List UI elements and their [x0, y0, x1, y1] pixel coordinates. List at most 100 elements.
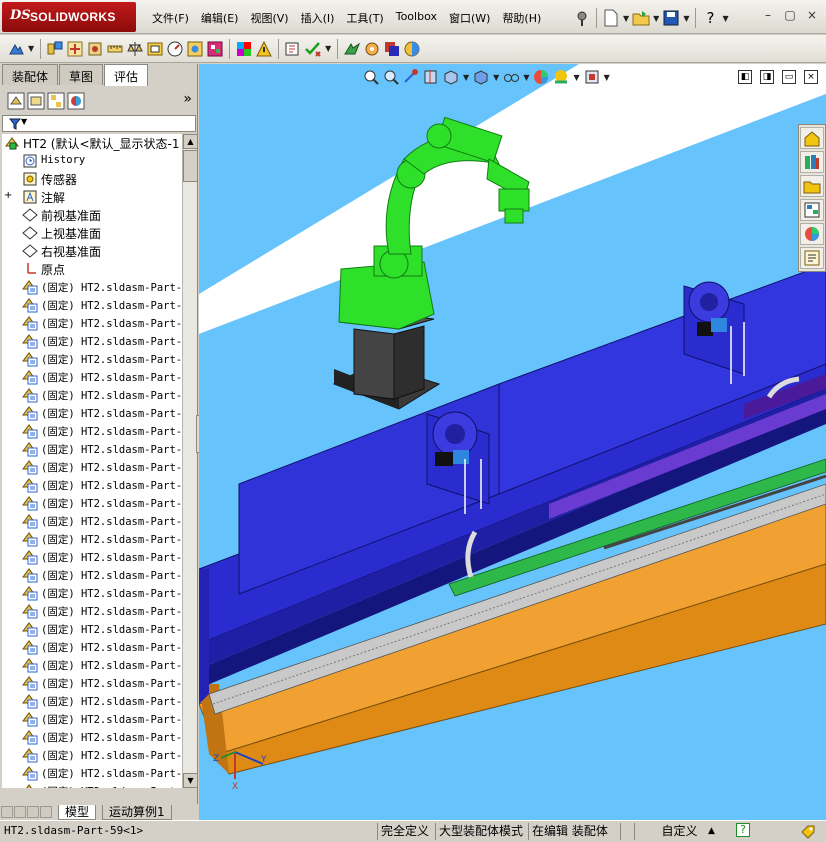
chevron-down-icon[interactable]: ▼	[325, 44, 331, 53]
design-library-icon[interactable]	[800, 151, 824, 173]
property-manager-icon[interactable]	[27, 92, 45, 110]
tree-item-part[interactable]: (固定) HT2.sldasm-Part-	[2, 710, 182, 728]
tree-item[interactable]: 原点	[2, 260, 182, 278]
tree-item-part[interactable]: (固定) HT2.sldasm-Part-	[2, 476, 182, 494]
zoom-to-area-icon[interactable]	[382, 68, 400, 86]
component-icon[interactable]	[86, 40, 104, 58]
tree-item-part[interactable]: (固定) HT2.sldasm-Part-	[2, 620, 182, 638]
chevron-down-icon[interactable]: ▼	[463, 73, 469, 82]
tree-item-part[interactable]: (固定) HT2.sldasm-Part-	[2, 674, 182, 692]
tree-item-part[interactable]: (固定) HT2.sldasm-Part-	[2, 764, 182, 782]
cube-icon[interactable]	[206, 40, 224, 58]
tree-item[interactable]: + 注解	[2, 188, 182, 206]
tree-item[interactable]: 上视基准面	[2, 224, 182, 242]
mass-icon[interactable]	[126, 40, 144, 58]
chevron-down-icon[interactable]: ▼	[493, 73, 499, 82]
tree-root-assembly[interactable]: HT2 (默认<默认_显示状态-1	[2, 134, 182, 152]
render-icon[interactable]	[403, 40, 421, 58]
close-button[interactable]: ×	[804, 8, 820, 24]
custom-properties-icon[interactable]	[800, 247, 824, 269]
restore-button[interactable]: ▢	[782, 8, 798, 24]
chevron-down-icon[interactable]: ▼	[683, 14, 689, 23]
tree-item-part[interactable]: (固定) HT2.sldasm-Part-	[2, 602, 182, 620]
tree-item[interactable]: History	[2, 152, 182, 170]
interference-icon[interactable]	[166, 40, 184, 58]
last-tab-button[interactable]	[40, 806, 52, 818]
tree-scrollbar[interactable]: ▲ ▼	[182, 134, 198, 788]
tree-item-part[interactable]: (固定) HT2.sldasm-Part-	[2, 782, 182, 788]
tree-item-part[interactable]: (固定) HT2.sldasm-Part-	[2, 440, 182, 458]
check-icon[interactable]	[304, 40, 322, 58]
tree-item-part[interactable]: (固定) HT2.sldasm-Part-	[2, 422, 182, 440]
tree-item-part[interactable]: (固定) HT2.sldasm-Part-	[2, 368, 182, 386]
view-orientation-icon[interactable]	[442, 68, 460, 86]
chevron-down-icon[interactable]: ▼	[21, 117, 27, 126]
chevron-down-icon[interactable]: ▼	[623, 14, 629, 23]
display-manager-icon[interactable]	[67, 92, 85, 110]
tab-model[interactable]: 模型	[58, 804, 97, 820]
section-view-icon[interactable]	[422, 68, 440, 86]
view-settings-icon[interactable]	[583, 68, 601, 86]
menu-view[interactable]: 视图(V)	[244, 8, 294, 28]
tree-item-part[interactable]: (固定) HT2.sldasm-Part-	[2, 728, 182, 746]
mate-icon[interactable]	[66, 40, 84, 58]
solidworks-logo[interactable]: DS SOLIDWORKS	[2, 2, 136, 32]
tree-item-part[interactable]: (固定) HT2.sldasm-Part-	[2, 458, 182, 476]
feature-tree-icon[interactable]	[7, 92, 25, 110]
graphics-viewport[interactable]: Y X Z ▼ ▼ ▼ ▼ ▼ ◧ ◨ ▭ ×	[199, 64, 826, 820]
tab-evaluate[interactable]: 评估	[104, 64, 149, 86]
color-icon[interactable]	[383, 40, 401, 58]
tree-item-part[interactable]: (固定) HT2.sldasm-Part-	[2, 278, 182, 296]
chevron-down-icon[interactable]: ▼	[523, 73, 529, 82]
menu-tools[interactable]: 工具(T)	[340, 8, 389, 28]
chevron-down-icon[interactable]: ▼	[604, 73, 610, 82]
tree-item-part[interactable]: (固定) HT2.sldasm-Part-	[2, 548, 182, 566]
tree-item-part[interactable]: (固定) HT2.sldasm-Part-	[2, 512, 182, 530]
viewport-tile-icon[interactable]: ◧	[738, 70, 752, 84]
save-icon[interactable]	[662, 9, 680, 27]
tab-sketch[interactable]: 草图	[59, 64, 104, 85]
tree-item-part[interactable]: (固定) HT2.sldasm-Part-	[2, 404, 182, 422]
zoom-to-fit-icon[interactable]	[362, 68, 380, 86]
scroll-up-button[interactable]: ▲	[183, 134, 198, 149]
open-folder-icon[interactable]	[632, 9, 650, 27]
assembly-icon[interactable]	[46, 40, 64, 58]
menu-toolbox[interactable]: Toolbox	[390, 8, 443, 28]
menu-window[interactable]: 窗口(W)	[443, 8, 496, 28]
chevron-up-icon[interactable]: ▲	[708, 823, 715, 840]
tree-item-part[interactable]: (固定) HT2.sldasm-Part-	[2, 692, 182, 710]
tag-icon[interactable]	[800, 824, 816, 840]
measure-icon[interactable]	[106, 40, 124, 58]
previous-view-icon[interactable]	[402, 68, 420, 86]
smart-icon[interactable]	[284, 40, 302, 58]
section-icon[interactable]	[146, 40, 164, 58]
chevron-down-icon[interactable]: ▼	[573, 73, 579, 82]
pin-icon[interactable]	[573, 9, 591, 27]
tree-item-part[interactable]: (固定) HT2.sldasm-Part-	[2, 296, 182, 314]
warning-icon[interactable]	[255, 40, 273, 58]
appearance-icon[interactable]	[235, 40, 253, 58]
tree-item-part[interactable]: (固定) HT2.sldasm-Part-	[2, 656, 182, 674]
edit-appearance-icon[interactable]	[532, 68, 550, 86]
tree-item-part[interactable]: (固定) HT2.sldasm-Part-	[2, 314, 182, 332]
next-tab-button[interactable]	[27, 806, 39, 818]
tree-item-part[interactable]: (固定) HT2.sldasm-Part-	[2, 332, 182, 350]
tree-item-part[interactable]: (固定) HT2.sldasm-Part-	[2, 530, 182, 548]
tree-item-part[interactable]: (固定) HT2.sldasm-Part-	[2, 566, 182, 584]
tree-item[interactable]: 传感器	[2, 170, 182, 188]
viewport-restore-icon[interactable]: ▭	[782, 70, 796, 84]
menu-help[interactable]: 帮助(H)	[496, 8, 547, 28]
file-explorer-icon[interactable]	[800, 175, 824, 197]
prev-tab-button[interactable]	[14, 806, 26, 818]
tree-item[interactable]: 右视基准面	[2, 242, 182, 260]
tab-motion-study[interactable]: 运动算例1	[102, 804, 172, 820]
tree-item-part[interactable]: (固定) HT2.sldasm-Part-	[2, 350, 182, 368]
tree-item-part[interactable]: (固定) HT2.sldasm-Part-	[2, 584, 182, 602]
chevron-down-icon[interactable]: ▼	[653, 14, 659, 23]
assembly-scene[interactable]: Y X Z	[199, 64, 826, 820]
chevron-down-icon[interactable]: ▼	[28, 44, 34, 53]
configuration-manager-icon[interactable]	[47, 92, 65, 110]
hole-icon[interactable]	[186, 40, 204, 58]
rebuild-icon[interactable]	[363, 40, 381, 58]
help-icon[interactable]: ?	[736, 823, 750, 837]
